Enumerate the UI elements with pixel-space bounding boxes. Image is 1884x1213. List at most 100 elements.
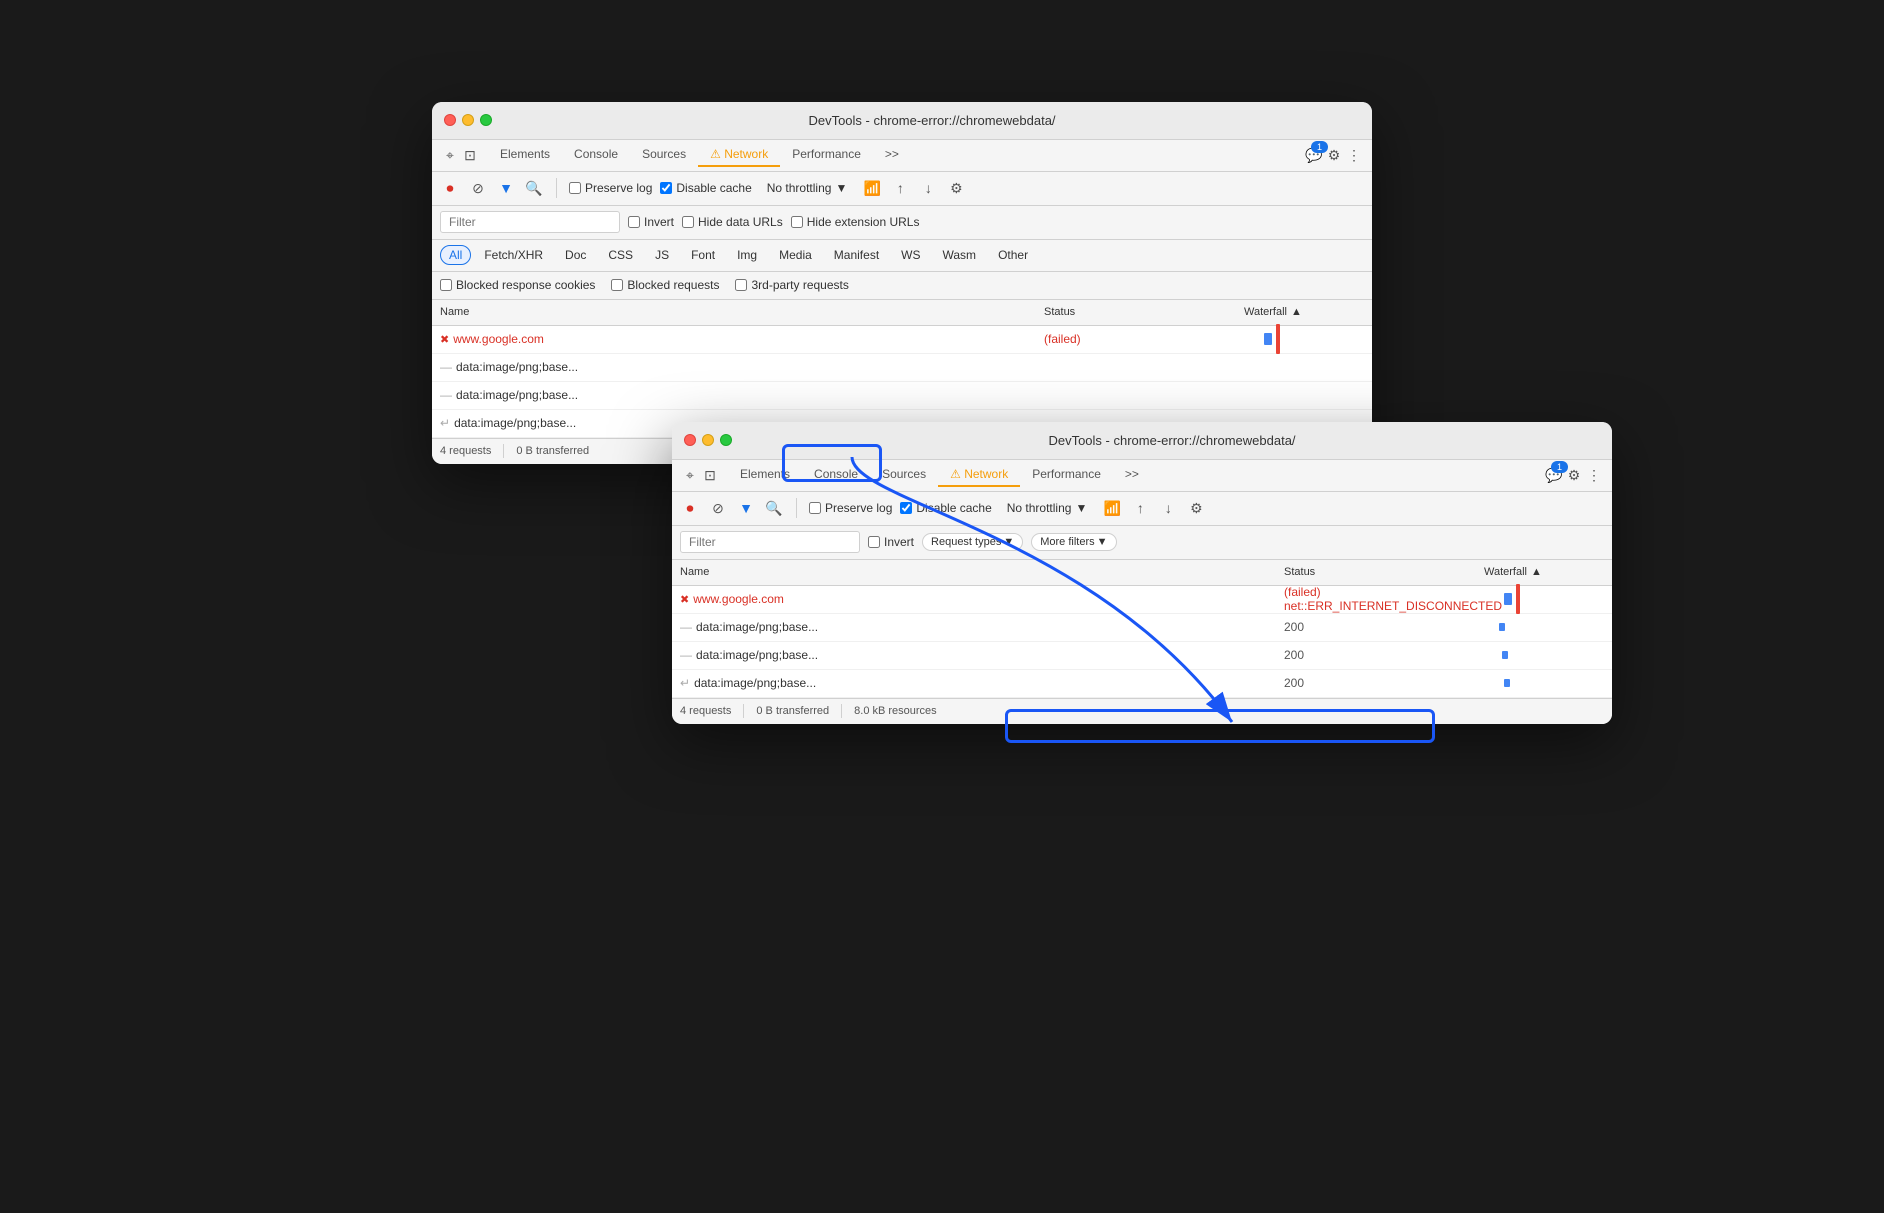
invert-checkbox-2[interactable] <box>868 536 880 548</box>
col-name-header-1: Name <box>440 306 1044 318</box>
preserve-log-label[interactable]: Preserve log <box>569 181 652 195</box>
tab-performance-2[interactable]: Performance <box>1020 463 1113 487</box>
maximize-button[interactable] <box>480 114 492 126</box>
type-btn-media[interactable]: Media <box>770 245 821 265</box>
row-name-2-4: ↵ data:image/png;base... <box>680 676 1284 690</box>
stop-icon-2[interactable]: ⏺ <box>680 498 700 518</box>
invert-checkbox[interactable] <box>628 216 640 228</box>
blocked-requests-checkbox[interactable] <box>611 279 623 291</box>
maximize-button-2[interactable] <box>720 434 732 446</box>
waterfall-bar-blue-2 <box>1504 593 1512 605</box>
tabs-1: ⌖ ⊡ Elements Console Sources Network Per… <box>432 140 1372 172</box>
type-btn-all[interactable]: All <box>440 245 471 265</box>
filter-input-2[interactable] <box>680 531 860 553</box>
more-icon-2[interactable]: ⋮ <box>1584 465 1604 485</box>
type-btn-css[interactable]: CSS <box>599 245 642 265</box>
disable-cache-checkbox-2[interactable] <box>900 502 912 514</box>
type-btn-font[interactable]: Font <box>682 245 724 265</box>
throttling-dropdown-2[interactable]: No throttling ▼ <box>1000 498 1095 518</box>
filter-icon-2[interactable]: ▼ <box>736 498 756 518</box>
type-btn-manifest[interactable]: Manifest <box>825 245 888 265</box>
tab-more-1[interactable]: >> <box>873 143 911 167</box>
disable-cache-label-2[interactable]: Disable cache <box>900 501 991 515</box>
filter-row-1: Invert Hide data URLs Hide extension URL… <box>432 206 1372 240</box>
tab-more-2[interactable]: >> <box>1113 463 1151 487</box>
hide-data-urls-checkbox[interactable] <box>682 216 694 228</box>
preserve-log-checkbox[interactable] <box>569 182 581 194</box>
request-types-chevron: ▼ <box>1003 536 1014 548</box>
download-icon-2[interactable]: ↓ <box>1158 498 1178 518</box>
disable-cache-checkbox[interactable] <box>660 182 672 194</box>
wifi-icon[interactable]: 📶 <box>862 178 882 198</box>
hide-data-urls-label[interactable]: Hide data URLs <box>682 215 783 229</box>
close-button-2[interactable] <box>684 434 696 446</box>
layers-icon[interactable]: ⊡ <box>460 145 480 165</box>
table-row-1-2[interactable]: — data:image/png;base... <box>432 354 1372 382</box>
wifi-icon-2[interactable]: 📶 <box>1102 498 1122 518</box>
tab-console-1[interactable]: Console <box>562 143 630 167</box>
hide-ext-urls-checkbox[interactable] <box>791 216 803 228</box>
disable-cache-label[interactable]: Disable cache <box>660 181 751 195</box>
layers-icon-2[interactable]: ⊡ <box>700 465 720 485</box>
invert-label-2[interactable]: Invert <box>868 535 914 549</box>
minimize-button-2[interactable] <box>702 434 714 446</box>
blocked-cookies-checkbox[interactable] <box>440 279 452 291</box>
table-row-2-3[interactable]: — data:image/png;base... 200 <box>672 642 1612 670</box>
cursor-icon-2[interactable]: ⌖ <box>680 465 700 485</box>
minimize-button[interactable] <box>462 114 474 126</box>
type-btn-fetch[interactable]: Fetch/XHR <box>475 245 552 265</box>
search-icon-1[interactable]: 🔍 <box>524 178 544 198</box>
sep1 <box>556 178 557 198</box>
blocked-requests-label[interactable]: Blocked requests <box>611 278 719 292</box>
tab-sources-1[interactable]: Sources <box>630 143 698 167</box>
type-btn-wasm[interactable]: Wasm <box>934 245 986 265</box>
tab-elements-2[interactable]: Elements <box>728 463 802 487</box>
upload-icon-2[interactable]: ↑ <box>1130 498 1150 518</box>
close-button[interactable] <box>444 114 456 126</box>
cursor-icon[interactable]: ⌖ <box>440 145 460 165</box>
throttling-dropdown[interactable]: No throttling ▼ <box>760 178 855 198</box>
filter-icon[interactable]: ▼ <box>496 178 516 198</box>
type-btn-img[interactable]: Img <box>728 245 766 265</box>
preserve-log-label-2[interactable]: Preserve log <box>809 501 892 515</box>
type-btn-js[interactable]: JS <box>646 245 678 265</box>
hide-ext-urls-label[interactable]: Hide extension URLs <box>791 215 920 229</box>
preserve-log-checkbox-2[interactable] <box>809 502 821 514</box>
more-icon-1[interactable]: ⋮ <box>1344 145 1364 165</box>
table-row-2-4[interactable]: ↵ data:image/png;base... 200 <box>672 670 1612 698</box>
status-sep-3 <box>841 704 842 718</box>
settings-icon-2[interactable]: ⚙ <box>946 178 966 198</box>
clear-icon[interactable]: ⊘ <box>468 178 488 198</box>
comment-icon[interactable]: 💬1 <box>1304 145 1324 165</box>
tab-elements-1[interactable]: Elements <box>488 143 562 167</box>
third-party-label[interactable]: 3rd-party requests <box>735 278 848 292</box>
tab-performance-1[interactable]: Performance <box>780 143 873 167</box>
row-name-text-2-2: data:image/png;base... <box>696 620 818 634</box>
upload-icon[interactable]: ↑ <box>890 178 910 198</box>
table-row-2-2[interactable]: — data:image/png;base... 200 <box>672 614 1612 642</box>
comment-icon-2[interactable]: 💬1 <box>1544 465 1564 485</box>
tab-console-2[interactable]: Console <box>802 463 870 487</box>
filter-input-1[interactable] <box>440 211 620 233</box>
clear-icon-2[interactable]: ⊘ <box>708 498 728 518</box>
table-row-1-1[interactable]: ✖ www.google.com (failed) <box>432 326 1372 354</box>
tab-sources-2[interactable]: Sources <box>870 463 938 487</box>
tab-network-1[interactable]: Network <box>698 143 780 167</box>
invert-label[interactable]: Invert <box>628 215 674 229</box>
third-party-checkbox[interactable] <box>735 279 747 291</box>
mini-bar-3 <box>1504 679 1510 687</box>
type-btn-ws[interactable]: WS <box>892 245 929 265</box>
request-types-btn[interactable]: Request types ▼ <box>922 533 1023 551</box>
settings-icon-4[interactable]: ⚙ <box>1186 498 1206 518</box>
tab-network-2[interactable]: Network <box>938 463 1020 487</box>
more-filters-btn[interactable]: More filters ▼ <box>1031 533 1116 551</box>
type-btn-doc[interactable]: Doc <box>556 245 595 265</box>
type-btn-other[interactable]: Other <box>989 245 1037 265</box>
download-icon[interactable]: ↓ <box>918 178 938 198</box>
dash-icon-4: — <box>680 648 692 662</box>
table-row-1-3[interactable]: — data:image/png;base... <box>432 382 1372 410</box>
search-icon-2[interactable]: 🔍 <box>764 498 784 518</box>
stop-icon[interactable]: ⏺ <box>440 178 460 198</box>
table-row-2-1[interactable]: ✖ www.google.com (failed) net::ERR_INTER… <box>672 586 1612 614</box>
blocked-cookies-label[interactable]: Blocked response cookies <box>440 278 595 292</box>
